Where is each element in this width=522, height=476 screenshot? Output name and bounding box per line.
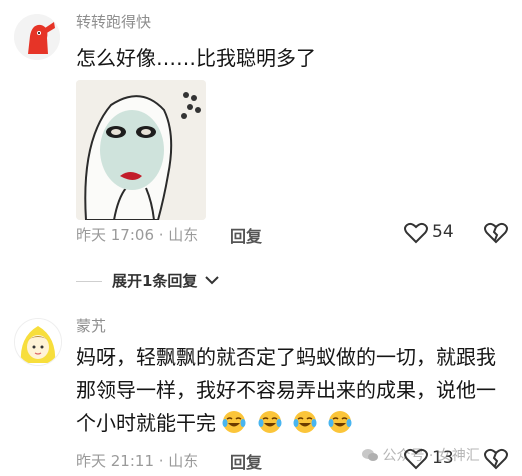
comment-text: 怎么好像……比我聪明多了 — [76, 46, 316, 70]
comment-time-location: 昨天 21:11 · 山东 — [76, 452, 199, 470]
crying-laughing-emoji-icon — [222, 411, 246, 433]
comment-text-line-1: 妈呀，轻飘飘的就否定了蚂蚁做的一切，就跟我 — [76, 345, 496, 369]
yellow-raincoat-girl-icon — [15, 319, 61, 365]
broken-heart-icon[interactable] — [484, 222, 508, 244]
reply-button[interactable]: 回复 — [230, 449, 262, 473]
red-creature-icon — [14, 14, 60, 60]
comment-username[interactable]: 蒙艽 — [76, 315, 106, 336]
comment-time-location: 昨天 17:06 · 山东 — [76, 226, 199, 244]
avatar-user1[interactable] — [14, 14, 60, 60]
like-button[interactable]: 54 — [404, 221, 460, 245]
like-button[interactable]: 13 — [404, 447, 460, 471]
comment-text-line-3: 个小时就能干完 — [76, 407, 357, 440]
broken-heart-icon[interactable] — [484, 448, 508, 470]
expand-divider — [76, 281, 102, 282]
meme-face-sticker — [76, 80, 206, 220]
comment-username[interactable]: 转转跑得快 — [76, 11, 151, 32]
like-count: 13 — [432, 448, 454, 468]
crying-laughing-emoji-icon — [258, 411, 282, 433]
heart-outline-icon — [404, 448, 428, 470]
chevron-down-icon — [204, 276, 219, 285]
expand-replies-label: 展开1条回复 — [112, 272, 198, 290]
comment-text-line-3-text: 个小时就能干完 — [76, 411, 216, 435]
sticker-image — [76, 80, 206, 220]
heart-outline-icon — [404, 222, 428, 244]
like-count: 54 — [432, 222, 454, 242]
crying-laughing-emoji-icon — [328, 411, 352, 433]
comment-text-line-2: 那领导一样，我好不容易弄出来的成果，说他一 — [76, 378, 496, 402]
wechat-icon — [362, 449, 378, 461]
crying-laughing-emoji-icon — [293, 411, 317, 433]
expand-replies-button[interactable]: 展开1条回复 — [112, 270, 219, 291]
avatar-user2[interactable] — [14, 318, 62, 366]
reply-button[interactable]: 回复 — [230, 223, 262, 247]
